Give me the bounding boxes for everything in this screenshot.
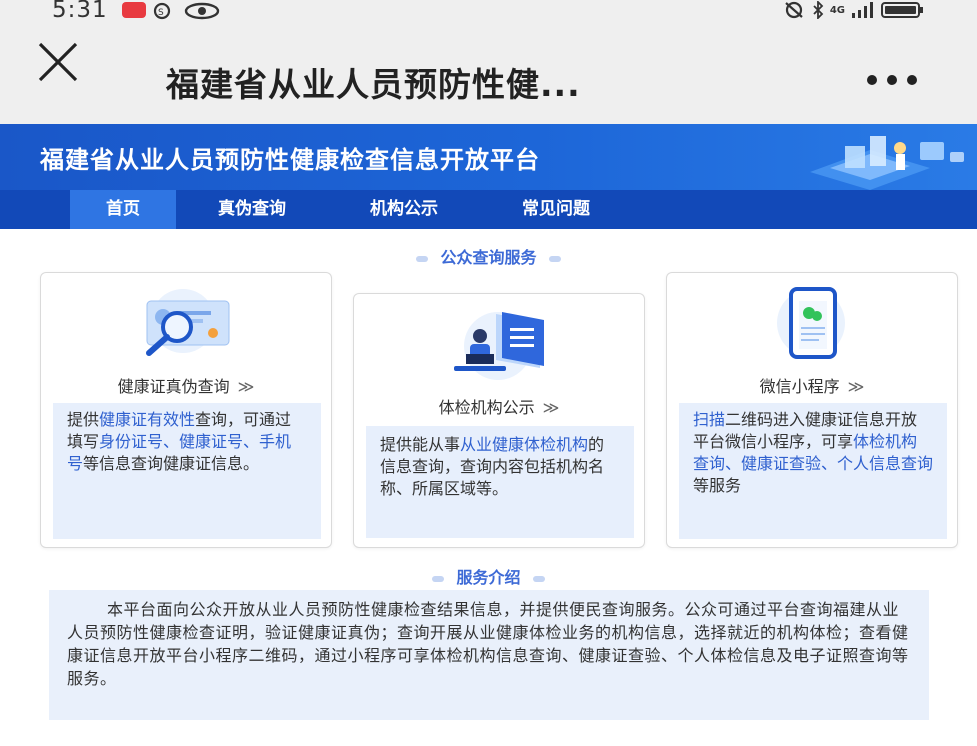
card-certificate-query-title[interactable]: 健康证真伪查询 ≫ — [41, 373, 331, 397]
status-time: 5:31 — [52, 0, 108, 23]
more-options-icon[interactable] — [862, 70, 922, 90]
page-title: 福建省从业人员预防性健... — [166, 65, 581, 104]
site-title: 福建省从业人员预防性健康检查信息开放平台 — [40, 146, 540, 174]
tab-faq[interactable]: 常见问题 — [498, 190, 614, 229]
card-wechat-miniprogram-desc: 扫描二维码进入健康证信息开放平台微信小程序，可享体检机构查询、健康证查验、个人信… — [679, 403, 947, 539]
service-intro-heading-text: 服务介绍 — [456, 568, 521, 587]
chevron-right-icon: ≫ — [542, 398, 560, 417]
main-nav: 首页 真伪查询 机构公示 常见问题 — [0, 190, 977, 229]
tab-authenticity-query[interactable]: 真伪查询 — [196, 190, 308, 229]
card-certificate-query[interactable]: 健康证真伪查询 ≫ 提供健康证有效性查询，可通过填写身份证号、健康证号、手机号等信… — [40, 272, 332, 548]
chevron-right-icon: ≫ — [847, 377, 865, 396]
certificate-search-icon — [146, 289, 230, 356]
banner-illustration — [810, 136, 964, 190]
chevron-right-icon: ≫ — [237, 377, 255, 396]
public-service-heading: 公众查询服务 — [0, 244, 977, 268]
service-intro-text: 本平台面向公众开放从业人员预防性健康检查结果信息，并提供便民查询服务。公众可通过… — [67, 600, 909, 688]
mute-icon — [785, 1, 803, 19]
service-intro-box: 本平台面向公众开放从业人员预防性健康检查结果信息，并提供便民查询服务。公众可通过… — [49, 590, 929, 720]
battery-icon — [881, 2, 923, 18]
card-wechat-miniprogram[interactable]: 微信小程序 ≫ 扫描二维码进入健康证信息开放平台微信小程序，可享体检机构查询、健康… — [666, 272, 958, 548]
alarm-icon: S — [153, 2, 171, 20]
card-institution-disclosure[interactable]: 体检机构公示 ≫ 提供能从事从业健康体检机构的信息查询，查询内容包括机构名称、所属… — [353, 293, 645, 548]
card-institution-disclosure-title[interactable]: 体检机构公示 ≫ — [354, 394, 644, 418]
card-title-text: 健康证真伪查询 — [117, 377, 230, 396]
tab-home[interactable]: 首页 — [70, 190, 176, 229]
public-service-heading-text: 公众查询服务 — [440, 248, 537, 267]
status-bar: 5:31 S 4G — [0, 0, 977, 26]
card-institution-disclosure-desc: 提供能从事从业健康体检机构的信息查询，查询内容包括机构名称、所属区域等。 — [366, 426, 634, 538]
card-wechat-miniprogram-title[interactable]: 微信小程序 ≫ — [667, 373, 957, 397]
institution-person-icon — [454, 312, 544, 380]
tab-institution-disclosure[interactable]: 机构公示 — [346, 190, 462, 229]
notification-icon — [122, 2, 146, 18]
card-title-text: 体检机构公示 — [438, 398, 535, 417]
eye-icon — [184, 2, 220, 20]
wechat-phone-icon — [777, 287, 845, 359]
card-certificate-query-desc: 提供健康证有效性查询，可通过填写身份证号、健康证号、手机号等信息查询健康证信息。 — [53, 403, 321, 539]
site-banner: 福建省从业人员预防性健康检查信息开放平台 首页 真伪查询 机构公示 常见问题 — [0, 124, 977, 229]
service-intro-heading: 服务介绍 — [0, 564, 977, 588]
bluetooth-icon — [813, 1, 824, 19]
card-title-text: 微信小程序 — [759, 377, 840, 396]
svg-text:S: S — [158, 8, 164, 18]
close-icon[interactable] — [36, 40, 80, 84]
signal-icon — [852, 2, 873, 18]
network-type: 4G — [829, 4, 845, 16]
